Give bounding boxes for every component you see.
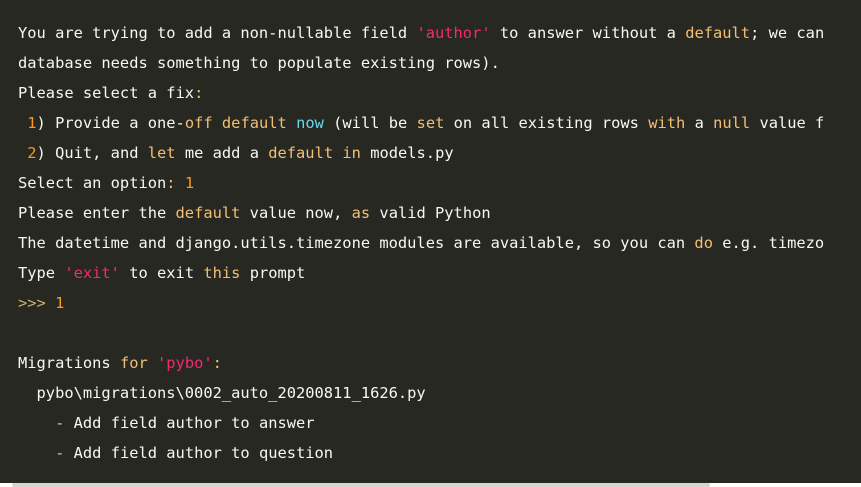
terminal-text: Please enter the <box>18 204 176 222</box>
terminal-text: Migrations <box>18 354 120 372</box>
terminal-text: 2 <box>18 144 37 162</box>
terminal-text: default <box>685 24 751 42</box>
terminal-text: to exit <box>119 264 204 282</box>
terminal-text: in <box>342 144 361 162</box>
terminal-text: ) Quit, and <box>36 144 148 162</box>
terminal-text: a <box>685 114 714 132</box>
terminal-text: >>> <box>18 294 46 312</box>
terminal-line: 2) Quit, and let me add a default in mod… <box>18 138 824 168</box>
terminal-text: Type <box>18 264 65 282</box>
terminal-text: this <box>203 264 241 282</box>
terminal-text: The datetime and django.utils.timezone m… <box>18 234 695 252</box>
terminal-line: Select an option: 1 <box>18 168 824 198</box>
terminal-text: database needs something to populate exi… <box>18 54 500 72</box>
terminal-line: You are trying to add a non-nullable fie… <box>18 18 824 48</box>
terminal-text: 1 <box>55 294 65 312</box>
terminal-text: 'exit' <box>64 264 120 282</box>
terminal-text: pybo\migrations\0002_auto_20200811_1626.… <box>18 384 426 402</box>
terminal-text: nullable <box>277 24 352 42</box>
terminal-text: Please select a fix <box>18 84 195 102</box>
terminal-line: Type 'exit' to exit this prompt <box>18 258 824 288</box>
terminal-text: let <box>147 144 176 162</box>
terminal-text: to answer without a <box>490 24 686 42</box>
terminal-text: 'pybo' <box>157 354 213 372</box>
terminal-line: The datetime and django.utils.timezone m… <box>18 228 824 258</box>
terminal-text: for <box>119 354 148 372</box>
terminal-text: You are trying to add a non- <box>18 24 278 42</box>
horizontal-scrollbar[interactable] <box>12 483 710 487</box>
terminal-text: ) Provide a one- <box>36 114 185 132</box>
terminal-text: - <box>55 444 65 462</box>
terminal-text: default <box>175 204 241 222</box>
terminal-line: >>> 1 <box>18 288 824 318</box>
terminal-text: ; we can <box>750 24 825 42</box>
terminal-text: 'author' <box>416 24 491 42</box>
terminal-text: - <box>55 414 65 432</box>
terminal-line: database needs something to populate exi… <box>18 48 824 78</box>
terminal-text: now <box>296 114 324 132</box>
terminal-text: : <box>166 174 185 192</box>
terminal-text: on all existing rows <box>444 114 649 132</box>
terminal-line: - Add field author to answer <box>18 408 824 438</box>
terminal-text: off <box>184 114 213 132</box>
terminal-line: - Add field author to question <box>18 438 824 468</box>
terminal-text: do <box>694 234 713 252</box>
terminal-text: field <box>351 24 417 42</box>
terminal-text: : <box>194 84 204 102</box>
terminal-text: set <box>416 114 445 132</box>
terminal-text: Select an option <box>18 174 167 192</box>
terminal-line: Please select a fix: <box>18 78 824 108</box>
terminal-text: me add a <box>175 144 269 162</box>
terminal-text: value now, <box>240 204 352 222</box>
terminal-text: as <box>351 204 371 222</box>
terminal-text: Add field author to answer <box>64 414 315 432</box>
terminal-text: models.py <box>360 144 454 162</box>
terminal-text: 1 <box>184 174 195 192</box>
terminal-text: 1 <box>18 114 37 132</box>
terminal-text: valid Python <box>370 204 491 222</box>
terminal-line: Migrations for 'pybo': <box>18 348 824 378</box>
terminal-output: You are trying to add a non-nullable fie… <box>0 0 861 483</box>
terminal-text: (will be <box>323 114 417 132</box>
terminal-line: Please enter the default value now, as v… <box>18 198 824 228</box>
code-block: You are trying to add a non-nullable fie… <box>18 18 824 468</box>
terminal-text: Add field author to question <box>64 444 334 462</box>
terminal-text: with <box>648 114 686 132</box>
terminal-text: null <box>713 114 751 132</box>
terminal-line: pybo\migrations\0002_auto_20200811_1626.… <box>18 378 824 408</box>
terminal-line: 1) Provide a one-off default now (will b… <box>18 108 824 138</box>
terminal-text: : <box>212 354 222 372</box>
terminal-text: default <box>268 144 334 162</box>
terminal-text: value f <box>750 114 825 132</box>
terminal-text: prompt <box>240 264 306 282</box>
terminal-text: default <box>221 114 287 132</box>
terminal-text: e.g. timezo <box>712 234 825 252</box>
